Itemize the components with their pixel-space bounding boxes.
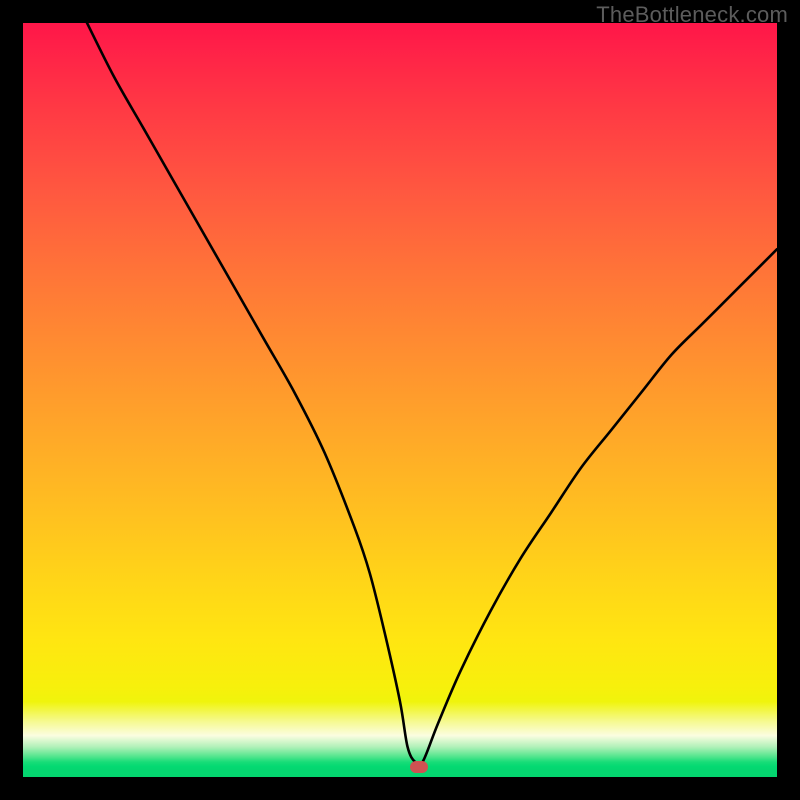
bottleneck-curve [23,23,777,777]
chart-frame: TheBottleneck.com [0,0,800,800]
optimal-point-marker [410,761,428,773]
plot-area [23,23,777,777]
watermark-text: TheBottleneck.com [596,2,788,28]
